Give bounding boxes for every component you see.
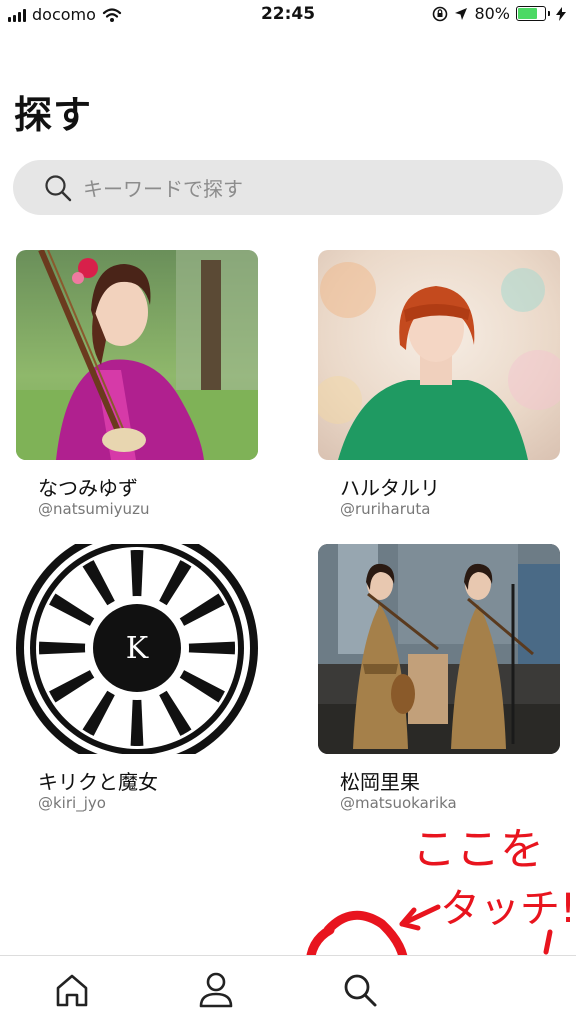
artist-handle: @matsuokarika	[340, 794, 457, 812]
clock-numeral-stroke	[137, 550, 144, 597]
artist-name: キリクと魔女	[38, 770, 158, 794]
orientation-lock-icon	[433, 6, 448, 21]
artist-handle: @kiri_jyo	[38, 794, 106, 812]
artist-handle: @natsumiyuzu	[38, 500, 150, 518]
clock-logo-icon: K	[16, 544, 258, 754]
artist-photo	[16, 250, 258, 460]
search-input[interactable]: キーワードで探す	[13, 160, 563, 215]
artist-name: ハルタルリ	[340, 476, 440, 500]
search-icon[interactable]	[340, 970, 380, 1010]
search-icon	[45, 174, 72, 201]
artist-card[interactable]: K キリクと魔女 @kiri_jyo	[16, 544, 258, 812]
artist-name: なつみゆず	[38, 476, 138, 500]
clock-numeral-stroke	[39, 641, 86, 648]
artist-photo	[318, 250, 560, 460]
battery-icon	[516, 6, 546, 21]
artist-card[interactable]: 松岡里果 @matsuokarika	[318, 544, 560, 812]
battery-cap	[548, 11, 550, 16]
annotation-text-line2: タッチ!	[440, 886, 576, 932]
screen: docomo 22:45 80% 探す キーワードで探す なつみゆず @nats…	[0, 0, 576, 1024]
artist-handle: @ruriharuta	[340, 500, 431, 518]
battery-percentage: 80%	[474, 4, 510, 23]
annotation-text-line1: ここを	[412, 824, 544, 875]
clock-numeral-stroke	[130, 699, 137, 746]
artist-photo	[318, 544, 560, 754]
home-icon[interactable]	[52, 970, 92, 1010]
artist-card[interactable]: なつみゆず @natsumiyuzu	[16, 250, 258, 518]
artist-name: 松岡里果	[340, 770, 420, 794]
tab-bar	[0, 955, 576, 1024]
charging-icon	[556, 6, 566, 21]
logo-letter: K	[126, 631, 149, 666]
page-title: 探す	[14, 93, 93, 137]
status-bar: docomo 22:45 80%	[0, 0, 576, 30]
location-icon	[455, 7, 468, 20]
artist-card[interactable]: ハルタルリ @ruriharuta	[318, 250, 560, 518]
clock-numeral-stroke	[188, 648, 235, 655]
profile-icon[interactable]	[196, 970, 236, 1010]
search-placeholder: キーワードで探す	[83, 177, 243, 201]
status-right: 80%	[432, 4, 566, 23]
battery-fill	[518, 8, 538, 19]
